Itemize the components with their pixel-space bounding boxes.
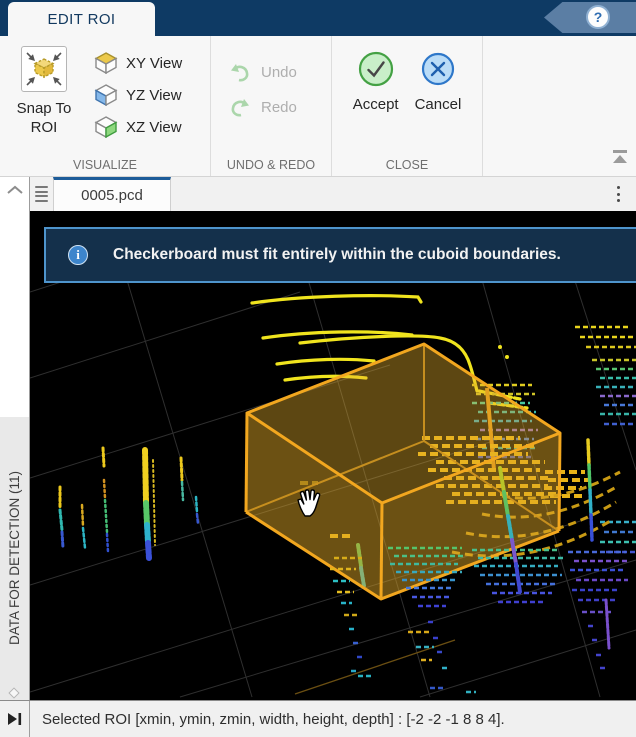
data-for-detection-tab[interactable]: DATA FOR DETECTION (11) xyxy=(0,417,29,700)
file-tab-0005pcd[interactable]: 0005.pcd xyxy=(53,177,171,211)
yz-view-cube-icon xyxy=(94,84,118,106)
status-bar: Selected ROI [xmin, ymin, zmin, width, h… xyxy=(0,700,636,737)
main-area: DATA FOR DETECTION (11) 0005.pcd i Check… xyxy=(0,177,636,700)
info-banner: i Checkerboard must fit entirely within … xyxy=(44,227,636,283)
info-icon: i xyxy=(68,245,88,265)
redo-label: Redo xyxy=(261,99,297,116)
snap-to-roi-button[interactable]: Snap To ROI xyxy=(0,36,88,176)
file-tab-label: 0005.pcd xyxy=(81,187,143,204)
xz-view-button[interactable]: XZ View xyxy=(88,111,188,143)
redo-button[interactable]: Redo xyxy=(228,96,331,119)
ribbon-toolbar: Snap To ROI XY View xyxy=(0,36,636,177)
left-point-streaks xyxy=(60,448,198,558)
roi-cuboid[interactable] xyxy=(246,344,560,599)
xy-view-label: XY View xyxy=(126,55,182,72)
kebab-menu-icon[interactable] xyxy=(617,177,620,211)
pointcloud-viewport[interactable]: i Checkerboard must fit entirely within … xyxy=(30,211,636,700)
section-label-undo-redo: UNDO & REDO xyxy=(211,158,331,172)
title-bar: EDIT ROI ? xyxy=(0,0,636,36)
document-column: 0005.pcd i Checkerboard must fit entirel… xyxy=(30,177,636,700)
ribbon-spacer xyxy=(483,36,636,176)
view-buttons: XY View YZ View XZ Vie xyxy=(88,36,188,176)
undo-label: Undo xyxy=(261,64,297,81)
undo-icon xyxy=(228,61,252,84)
cancel-label: Cancel xyxy=(415,96,462,113)
xz-view-label: XZ View xyxy=(126,119,182,136)
ribbon-group-close: Accept Cancel CLOSE xyxy=(332,36,483,176)
accept-label: Accept xyxy=(353,96,399,113)
expand-panel-icon[interactable] xyxy=(0,701,30,737)
snap-to-roi-icon xyxy=(21,46,67,92)
selected-roi-text: Selected ROI [xmin, ymin, zmin, width, h… xyxy=(42,711,505,728)
section-label-visualize: VISUALIZE xyxy=(0,158,210,172)
rail-splitter-diamond-icon xyxy=(8,687,19,698)
undo-button[interactable]: Undo xyxy=(228,61,331,84)
help-icon[interactable]: ? xyxy=(586,5,610,29)
document-tab-strip: 0005.pcd xyxy=(30,177,636,211)
edit-roi-tab-label: EDIT ROI xyxy=(48,11,116,28)
info-banner-text: Checkerboard must fit entirely within th… xyxy=(113,246,561,264)
cancel-icon xyxy=(421,51,455,87)
drag-grip-icon[interactable] xyxy=(30,177,53,211)
collapse-rail-chevron-icon[interactable] xyxy=(4,184,26,196)
xy-view-button[interactable]: XY View xyxy=(88,47,188,79)
yz-view-button[interactable]: YZ View xyxy=(88,79,188,111)
section-label-close: CLOSE xyxy=(332,158,482,172)
data-for-detection-label: DATA FOR DETECTION (11) xyxy=(7,471,22,645)
ribbon-group-visualize: Snap To ROI XY View xyxy=(0,36,211,176)
xz-view-cube-icon xyxy=(94,116,118,138)
collapse-ribbon-icon[interactable] xyxy=(610,148,630,170)
axis-line xyxy=(295,640,455,694)
app-window: EDIT ROI ? xyxy=(0,0,636,737)
pointcloud-scene[interactable] xyxy=(30,211,636,700)
snap-to-roi-label: Snap To ROI xyxy=(17,99,72,137)
accept-icon xyxy=(358,51,394,87)
ribbon-group-undo-redo: Undo Redo UNDO & REDO xyxy=(211,36,332,176)
edit-roi-tab[interactable]: EDIT ROI xyxy=(8,2,155,36)
left-rail: DATA FOR DETECTION (11) xyxy=(0,177,30,700)
xy-view-cube-icon xyxy=(94,52,118,74)
redo-icon xyxy=(228,96,252,119)
yz-view-label: YZ View xyxy=(126,87,182,104)
